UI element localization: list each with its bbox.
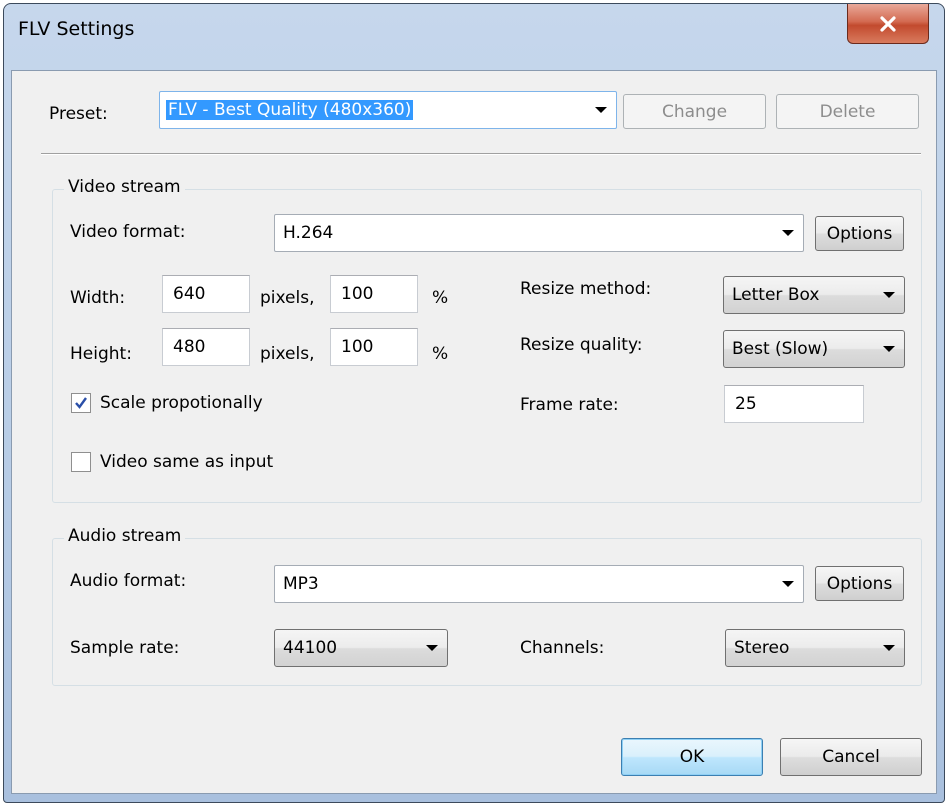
chevron-down-icon (782, 230, 794, 236)
height-pixels-suffix: pixels, (260, 344, 315, 364)
preset-value: FLV - Best Quality (480x360) (166, 100, 414, 120)
width-percent-input[interactable]: 100 (330, 275, 418, 313)
video-same-as-input-checkbox[interactable] (71, 452, 91, 472)
window-title: FLV Settings (18, 18, 135, 40)
preset-label: Preset: (49, 104, 108, 124)
sample-rate-dropdown[interactable]: 44100 (274, 629, 448, 667)
resize-method-dropdown[interactable]: Letter Box (723, 276, 905, 314)
cancel-button-label: Cancel (822, 747, 880, 767)
chevron-down-icon (595, 107, 607, 113)
delete-button-label: Delete (819, 101, 876, 122)
width-percent-value: 100 (341, 284, 374, 304)
video-format-combobox[interactable]: H.264 (274, 214, 804, 252)
sample-rate-value: 44100 (283, 638, 338, 658)
audio-stream-title: Audio stream (64, 526, 186, 546)
width-pixels-suffix: pixels, (260, 288, 315, 308)
height-percent-value: 100 (341, 337, 374, 357)
height-percent-suffix: % (432, 344, 449, 364)
resize-method-label: Resize method: (520, 279, 652, 299)
video-same-as-input-label[interactable]: Video same as input (100, 452, 273, 472)
dialog-window: FLV Settings Preset: FLV - Best Quality … (3, 3, 945, 803)
audio-options-button[interactable]: Options (815, 566, 904, 601)
divider (41, 153, 921, 155)
video-format-label: Video format: (70, 222, 186, 242)
width-pixels-input[interactable]: 640 (162, 275, 250, 313)
change-button[interactable]: Change (623, 94, 766, 129)
video-format-value: H.264 (283, 223, 334, 243)
scale-proportionally-label[interactable]: Scale propotionally (100, 393, 263, 413)
height-pixels-value: 480 (173, 337, 206, 357)
check-icon (75, 397, 87, 409)
height-label: Height: (70, 344, 132, 364)
audio-options-label: Options (826, 573, 893, 594)
video-options-label: Options (826, 223, 893, 244)
chevron-down-icon (426, 645, 438, 651)
audio-format-combobox[interactable]: MP3 (274, 565, 804, 603)
chevron-down-icon (883, 645, 895, 651)
width-label: Width: (70, 288, 126, 308)
video-options-button[interactable]: Options (815, 216, 904, 251)
resize-method-value: Letter Box (732, 285, 820, 305)
resize-quality-value: Best (Slow) (732, 339, 829, 359)
width-pixels-value: 640 (173, 284, 206, 304)
channels-dropdown[interactable]: Stereo (725, 629, 905, 667)
cancel-button[interactable]: Cancel (780, 738, 922, 776)
frame-rate-value: 25 (735, 394, 757, 414)
delete-button[interactable]: Delete (776, 94, 919, 129)
close-button[interactable] (847, 4, 929, 44)
sample-rate-label: Sample rate: (70, 638, 180, 658)
dialog-client: Preset: FLV - Best Quality (480x360) Cha… (11, 70, 937, 794)
chevron-down-icon (782, 581, 794, 587)
scale-proportionally-checkbox[interactable] (71, 393, 91, 413)
frame-rate-input[interactable]: 25 (724, 385, 864, 423)
ok-button[interactable]: OK (621, 738, 763, 776)
preset-combobox[interactable]: FLV - Best Quality (480x360) (159, 91, 617, 129)
resize-quality-label: Resize quality: (520, 335, 643, 355)
height-percent-input[interactable]: 100 (330, 328, 418, 366)
frame-rate-label: Frame rate: (520, 395, 619, 415)
audio-format-value: MP3 (283, 574, 319, 594)
resize-quality-dropdown[interactable]: Best (Slow) (723, 330, 905, 368)
title-bar[interactable]: FLV Settings (4, 4, 944, 78)
ok-button-label: OK (679, 747, 705, 767)
channels-label: Channels: (520, 638, 605, 658)
width-percent-suffix: % (432, 288, 449, 308)
change-button-label: Change (661, 101, 728, 122)
channels-value: Stereo (734, 638, 790, 658)
close-icon (880, 15, 896, 32)
chevron-down-icon (883, 346, 895, 352)
height-pixels-input[interactable]: 480 (162, 328, 250, 366)
chevron-down-icon (883, 292, 895, 298)
video-stream-title: Video stream (64, 177, 185, 197)
audio-format-label: Audio format: (70, 571, 187, 591)
